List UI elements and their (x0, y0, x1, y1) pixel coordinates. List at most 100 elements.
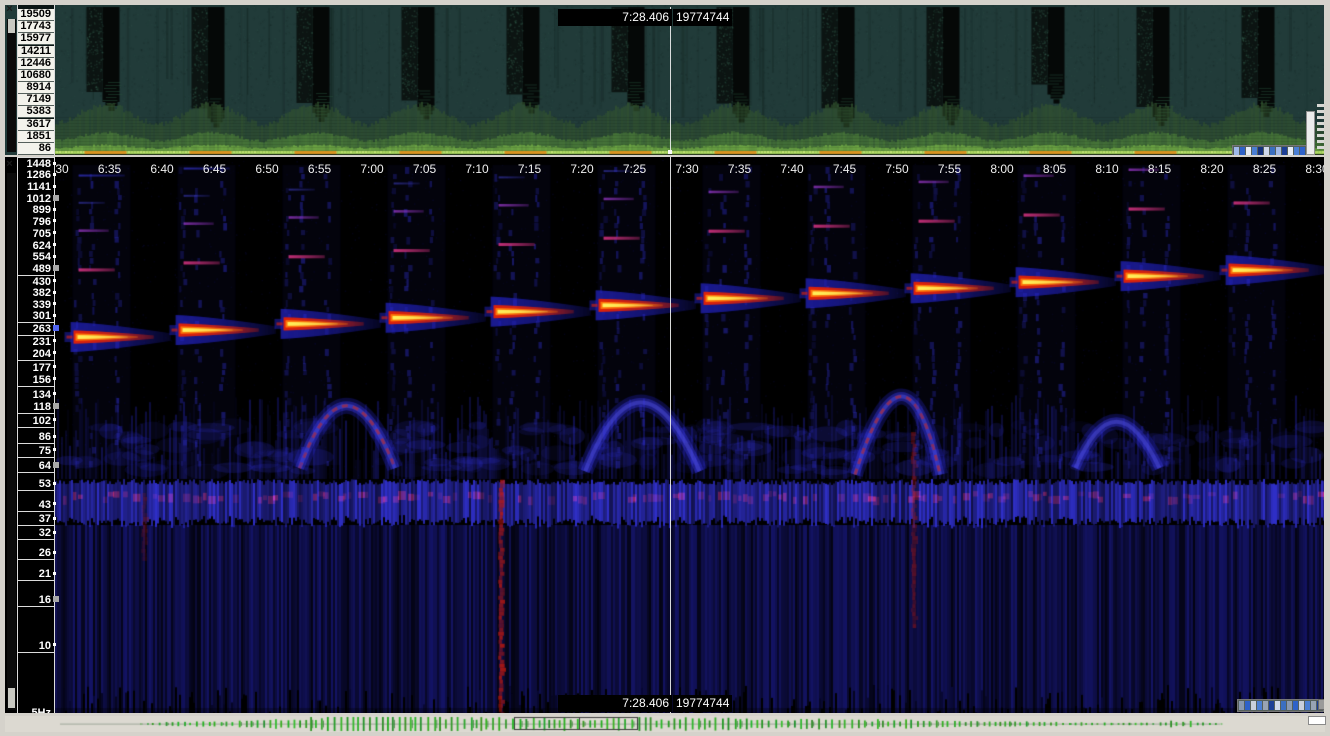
freq-label: 263 (18, 323, 54, 336)
overview-spectrogram-canvas[interactable] (53, 5, 1324, 155)
freq-tick (53, 231, 56, 234)
freq-label: 489 (18, 263, 54, 276)
freq-label: 102 (18, 415, 54, 428)
meter-segment (1311, 701, 1316, 710)
freq-label: 75 (18, 445, 54, 458)
meter-segment (1257, 701, 1262, 710)
freq-label: 15977 (18, 33, 54, 45)
freq-label: 21 (18, 568, 54, 581)
time-label: 7:55 (928, 162, 972, 176)
freq-tick (53, 392, 56, 395)
freq-tick (53, 173, 56, 176)
time-label: 7:15 (508, 162, 552, 176)
time-label: 6:40 (140, 162, 184, 176)
freq-label: 12446 (18, 58, 54, 70)
time-label: 6:55 (298, 162, 342, 176)
freq-label: 204 (18, 348, 54, 361)
time-label: 7:05 (403, 162, 447, 176)
time-label: 7:10 (455, 162, 499, 176)
freq-marker (53, 403, 59, 409)
freq-tick (53, 279, 56, 282)
freq-tick (53, 208, 56, 211)
segment (1317, 122, 1324, 125)
overview-segment-column[interactable] (1317, 104, 1324, 152)
time-label: 7:20 (560, 162, 604, 176)
freq-tick (53, 185, 56, 188)
overview-level-meter[interactable] (1232, 145, 1313, 155)
meter-segment (1269, 701, 1274, 710)
meter-segment (1281, 701, 1286, 710)
freq-label: 1851 (18, 131, 54, 143)
freq-label: 554 (18, 251, 54, 264)
freq-label: 5Hz (18, 707, 54, 713)
time-label: 7:40 (770, 162, 814, 176)
meter-segment (1264, 147, 1269, 155)
freq-tick (53, 351, 56, 354)
cursor-junction-dot (668, 150, 672, 154)
time-label: 6:45 (193, 162, 237, 176)
time-label: 7:50 (875, 162, 919, 176)
meter-segment (1305, 701, 1310, 710)
freq-label: 301 (18, 310, 54, 323)
overview-left-scrollbar[interactable] (7, 19, 16, 152)
time-label: 8:10 (1085, 162, 1129, 176)
main-scrollbar-thumb[interactable] (8, 688, 15, 708)
main-meter-button[interactable] (1318, 699, 1324, 710)
main-spectrogram-panel: 6:306:356:406:456:506:557:007:057:107:15… (5, 157, 1324, 713)
overview-gain-slider[interactable] (1306, 111, 1315, 155)
time-label: 7:30 (665, 162, 709, 176)
cursor-line[interactable] (670, 7, 671, 154)
main-frequency-axis: 1448128611411012899796705624554489430382… (17, 157, 55, 713)
freq-tick (53, 418, 56, 421)
meter-segment (1263, 701, 1268, 710)
waveform-overview-strip[interactable] (5, 716, 1325, 732)
meter-segment (1275, 701, 1280, 710)
freq-marker (53, 325, 59, 331)
meter-segment (1234, 147, 1239, 155)
freq-tick (53, 243, 56, 246)
waveform-canvas[interactable] (5, 716, 1325, 732)
cursor-line[interactable] (670, 157, 671, 713)
freq-label: 118 (18, 401, 54, 414)
cursor-time-readout: 7:28.406 (558, 695, 672, 712)
overview-scrollbar-thumb[interactable] (8, 19, 15, 33)
segment (1317, 140, 1324, 143)
time-label: 6:35 (88, 162, 132, 176)
freq-tick (53, 219, 56, 222)
time-label: 8:20 (1190, 162, 1234, 176)
freq-label: 134 (18, 389, 54, 402)
freq-label: 14211 (18, 46, 54, 58)
main-spectrogram-canvas[interactable] (53, 157, 1324, 713)
meter-segment (1245, 701, 1250, 710)
waveform-handle[interactable] (1308, 716, 1326, 725)
freq-tick (53, 302, 56, 305)
freq-label: 7149 (18, 94, 54, 106)
freq-label: 26 (18, 547, 54, 560)
freq-marker (53, 195, 59, 201)
main-close-button[interactable]: × (4, 159, 15, 170)
freq-tick (53, 502, 56, 505)
freq-tick (53, 435, 56, 438)
meter-segment (1246, 147, 1251, 155)
time-label: 7:00 (350, 162, 394, 176)
freq-tick (53, 339, 56, 342)
time-label: 6:50 (245, 162, 289, 176)
overview-close-button[interactable]: × (4, 4, 15, 15)
freq-tick (53, 551, 56, 554)
meter-segment (1293, 701, 1298, 710)
freq-tick (53, 482, 56, 485)
cursor-sample-readout: 19774744 (673, 9, 732, 26)
main-left-scrollbar[interactable] (7, 173, 16, 710)
main-level-meter[interactable] (1237, 699, 1324, 712)
freq-tick (53, 531, 56, 534)
freq-tick (53, 162, 56, 165)
meter-segment (1299, 701, 1304, 710)
freq-label: 37 (18, 513, 54, 526)
meter-segment (1240, 147, 1245, 155)
segment (1317, 128, 1324, 131)
time-label: 8:15 (1138, 162, 1182, 176)
meter-segment (1251, 701, 1256, 710)
freq-tick (53, 572, 56, 575)
freq-tick (53, 255, 56, 258)
freq-marker (53, 265, 59, 271)
